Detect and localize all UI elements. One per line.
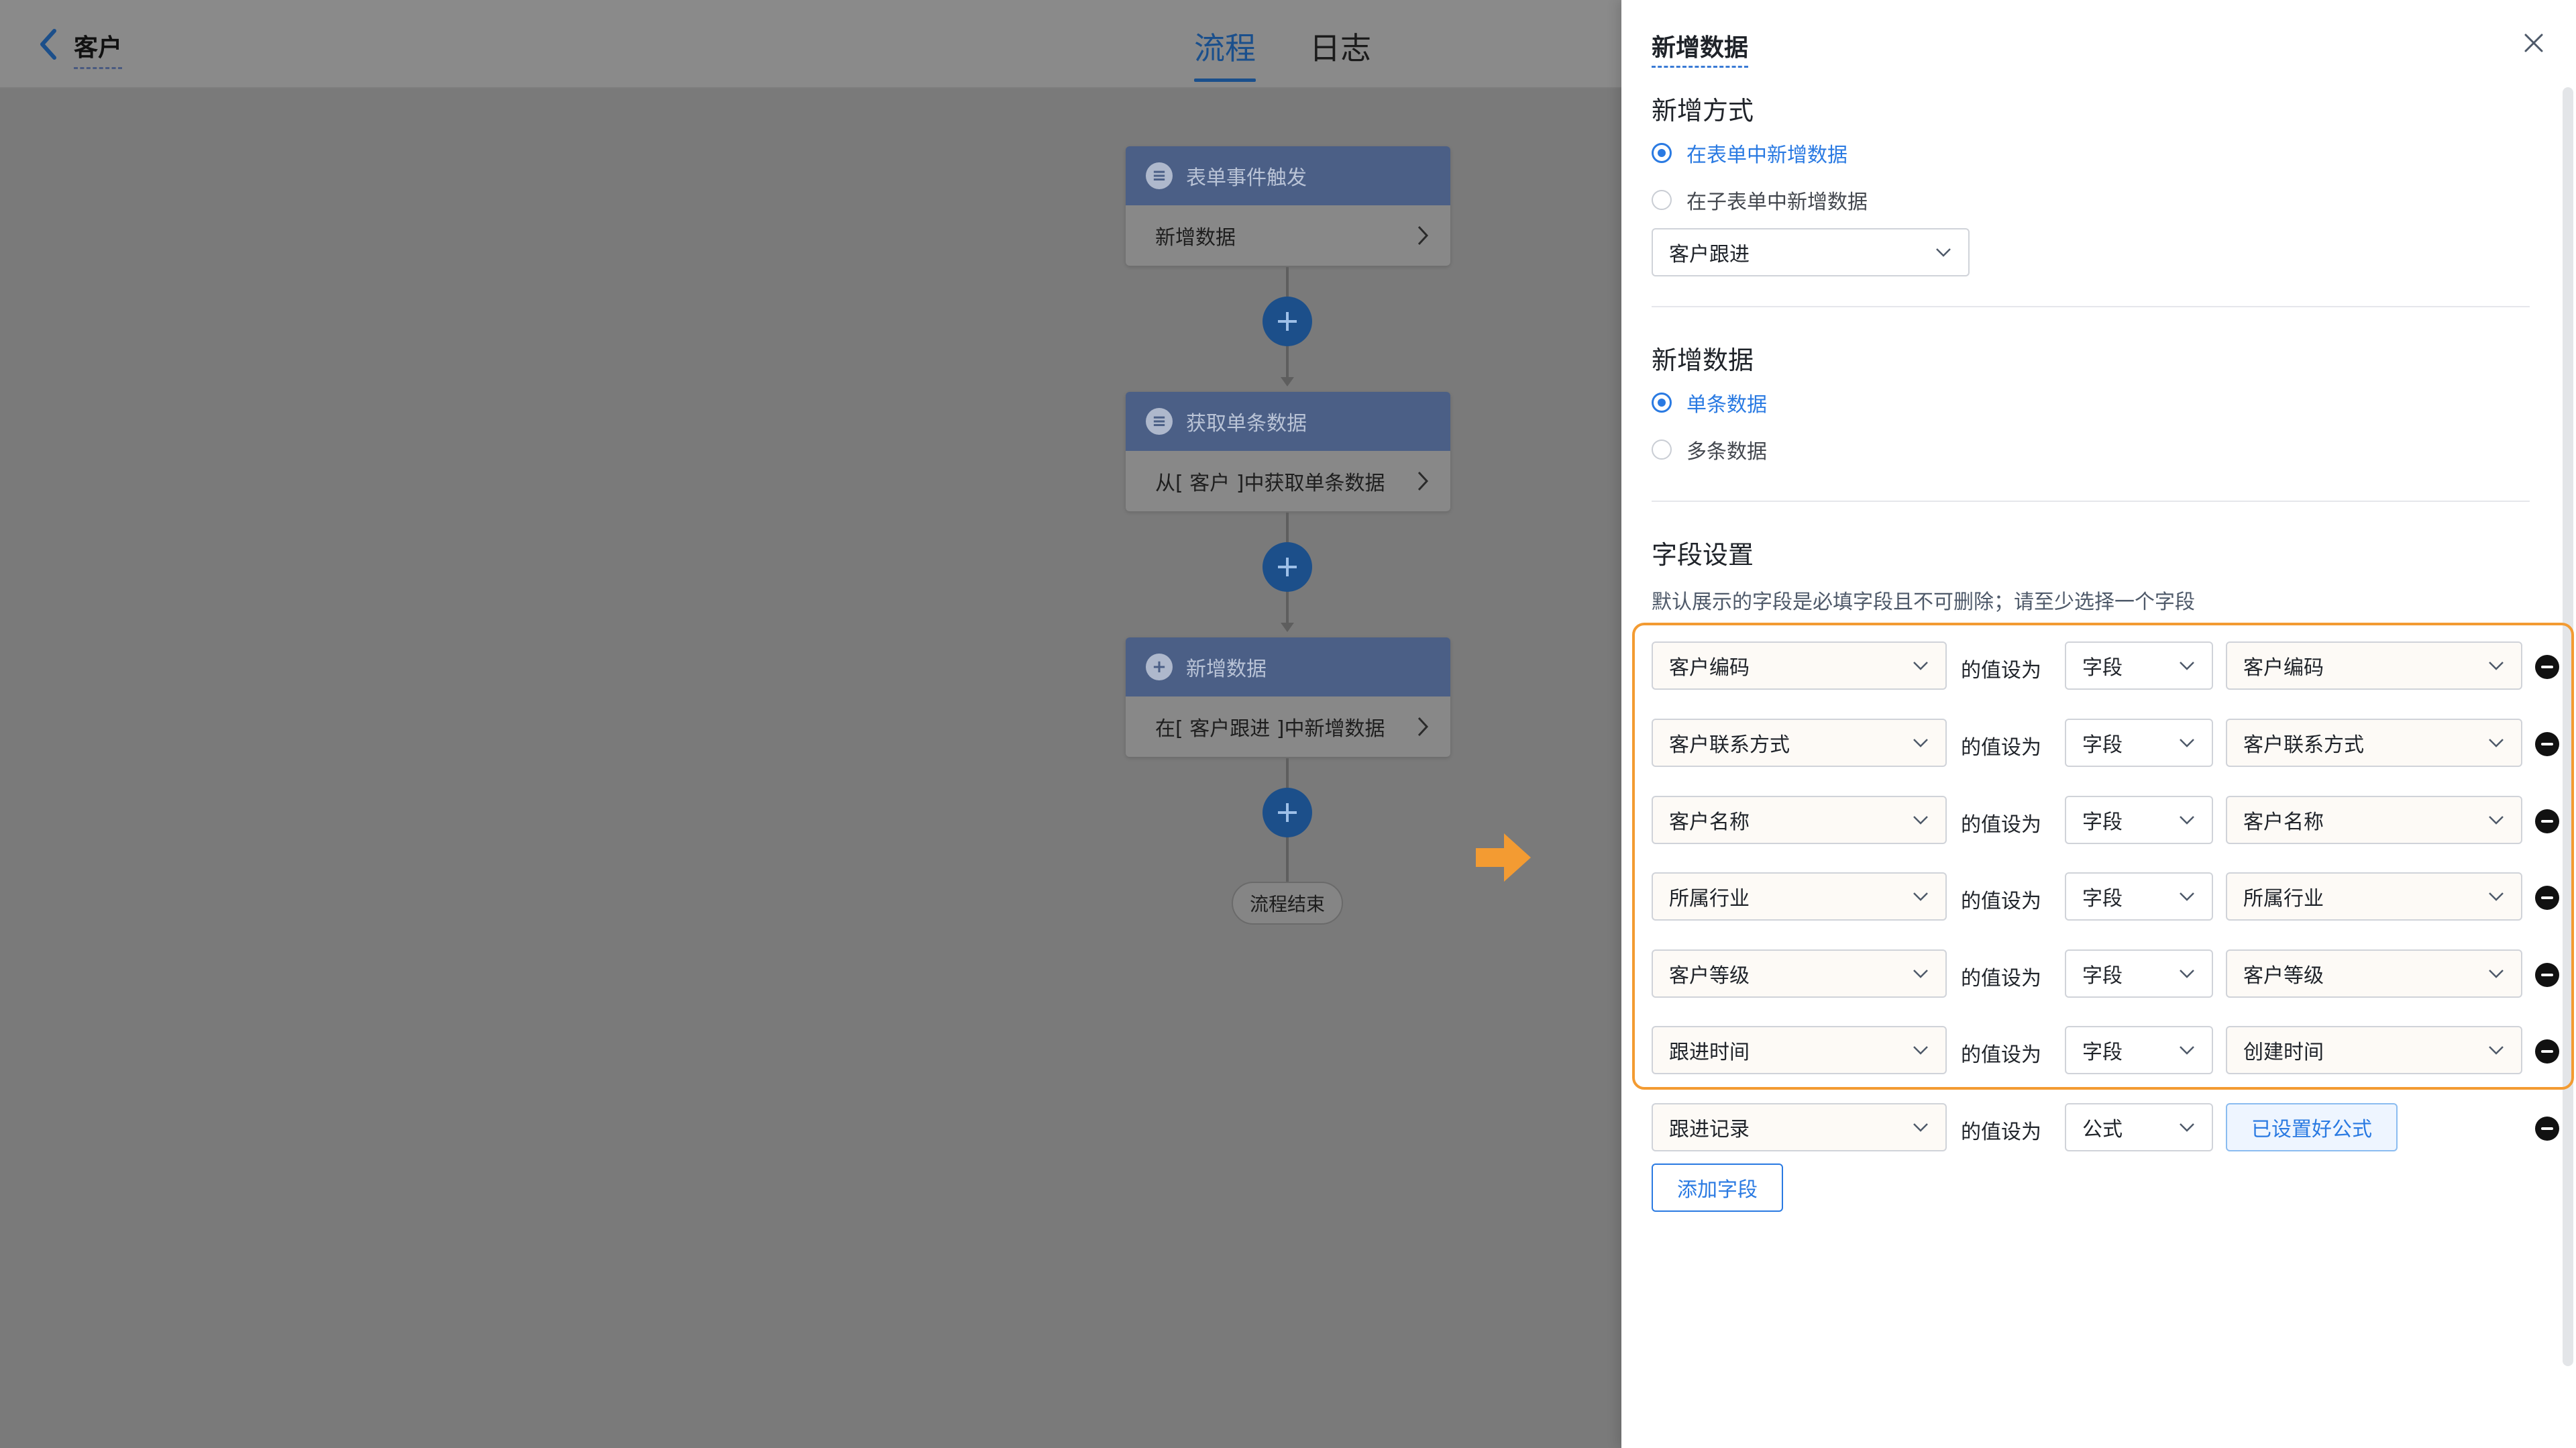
plus-icon <box>1278 312 1297 331</box>
node-title: 获取单条数据 <box>1186 412 1307 435</box>
node-body[interactable]: 新增数据 <box>1126 205 1450 266</box>
flow-end-badge: 流程结束 <box>1232 882 1343 925</box>
document-icon: ≡ <box>1146 162 1173 189</box>
node-header: + 新增数据 <box>1126 637 1450 696</box>
add-step-button[interactable] <box>1263 788 1312 837</box>
workflow-node-trigger[interactable]: ≡ 表单事件触发 新增数据 <box>1126 146 1450 266</box>
node-body[interactable]: 从[ 客户 ]中获取单条数据 <box>1126 451 1450 511</box>
form-select[interactable]: 客户跟进 <box>1652 228 1970 276</box>
node-description: 从[ 客户 ]中获取单条数据 <box>1155 472 1385 495</box>
divider <box>1652 501 2530 502</box>
radio-option-form[interactable]: 在表单中新增数据 <box>1652 138 1847 168</box>
equals-label: 的值设为 <box>1961 1121 2041 1144</box>
node-header: ≡ 获取单条数据 <box>1126 392 1450 451</box>
radio-label: 单条数据 <box>1686 393 1767 417</box>
radio-option-subform[interactable]: 在子表单中新增数据 <box>1652 185 1868 215</box>
chevron-right-icon <box>1417 717 1429 737</box>
section-title-data: 新增数据 <box>1652 346 1754 375</box>
radio-option-multiple[interactable]: 多条数据 <box>1652 435 1767 464</box>
radio-checked-icon[interactable] <box>1652 143 1672 163</box>
workflow-canvas <box>0 90 1621 1448</box>
chevron-down-icon <box>1936 248 1951 257</box>
page-title: 客户 <box>74 28 123 69</box>
pointer-arrow-icon <box>1476 833 1531 882</box>
section-title-fields: 字段设置 <box>1652 540 1754 570</box>
drawer-title: 新增数据 <box>1652 28 1749 68</box>
remove-field-icon[interactable] <box>2535 1117 2559 1141</box>
node-header: ≡ 表单事件触发 <box>1126 146 1450 205</box>
radio-unchecked-icon[interactable] <box>1652 190 1672 210</box>
top-bar: 客户 流程 日志 <box>0 0 1621 89</box>
node-title: 表单事件触发 <box>1186 166 1307 190</box>
connector-arrow <box>1281 377 1294 386</box>
add-field-button[interactable]: 添加字段 <box>1652 1163 1783 1212</box>
radio-label: 多条数据 <box>1686 440 1767 464</box>
select-value: 客户跟进 <box>1669 243 1750 266</box>
tab-log[interactable]: 日志 <box>1309 24 1371 82</box>
chevron-down-icon <box>1913 1123 1928 1132</box>
tab-bar: 流程 日志 <box>1194 24 1371 82</box>
node-description: 在[ 客户跟进 ]中新增数据 <box>1155 717 1385 741</box>
add-step-button[interactable] <box>1263 297 1312 346</box>
value-type-select[interactable]: 公式 <box>2065 1103 2213 1151</box>
target-field-select[interactable]: 跟进记录 <box>1652 1103 1947 1151</box>
radio-label: 在表单中新增数据 <box>1686 144 1847 167</box>
workflow-node-add-data[interactable]: + 新增数据 在[ 客户跟进 ]中新增数据 <box>1126 637 1450 757</box>
select-value: 跟进记录 <box>1669 1118 1750 1141</box>
document-icon: ≡ <box>1146 408 1173 435</box>
section-title-mode: 新增方式 <box>1652 96 1754 125</box>
node-title: 新增数据 <box>1186 658 1267 681</box>
tab-flow[interactable]: 流程 <box>1194 24 1256 82</box>
radio-unchecked-icon[interactable] <box>1652 439 1672 460</box>
back-arrow-icon[interactable] <box>35 27 62 62</box>
radio-checked-icon[interactable] <box>1652 393 1672 413</box>
radio-option-single[interactable]: 单条数据 <box>1652 388 1767 417</box>
field-hint-text: 默认展示的字段是必填字段且不可删除；请至少选择一个字段 <box>1652 590 2195 614</box>
required-fields-highlight <box>1632 623 2574 1090</box>
chevron-down-icon <box>2180 1123 2194 1132</box>
plus-circle-icon: + <box>1146 654 1173 680</box>
close-icon[interactable] <box>2520 30 2547 56</box>
workflow-node-get-single[interactable]: ≡ 获取单条数据 从[ 客户 ]中获取单条数据 <box>1126 392 1450 511</box>
plus-icon <box>1278 558 1297 576</box>
select-value: 公式 <box>2082 1118 2123 1141</box>
divider <box>1652 306 2530 307</box>
node-body[interactable]: 在[ 客户跟进 ]中新增数据 <box>1126 696 1450 757</box>
chevron-right-icon <box>1417 225 1429 246</box>
connector-arrow <box>1281 623 1294 632</box>
radio-label: 在子表单中新增数据 <box>1686 191 1868 214</box>
add-step-button[interactable] <box>1263 542 1312 592</box>
node-description: 新增数据 <box>1155 226 1236 250</box>
chevron-right-icon <box>1417 471 1429 491</box>
plus-icon <box>1278 803 1297 822</box>
formula-configured-button[interactable]: 已设置好公式 <box>2226 1103 2398 1151</box>
